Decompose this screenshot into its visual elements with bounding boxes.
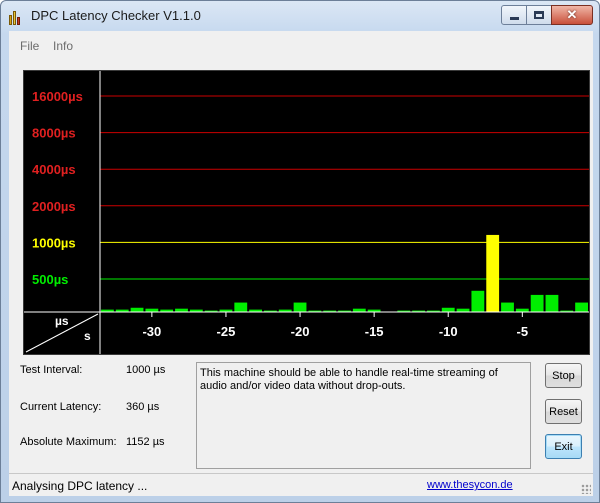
- test-interval-label: Test Interval:: [20, 364, 83, 376]
- reset-button[interactable]: Reset: [545, 399, 582, 424]
- x-tick-label: -30: [142, 324, 161, 339]
- absolute-maximum-value: 1152 µs: [126, 436, 165, 448]
- latency-bar: [471, 290, 485, 312]
- latency-bar: [530, 294, 544, 312]
- close-icon: ✕: [566, 7, 578, 22]
- corner-unit-s: s: [84, 329, 91, 343]
- maximize-icon: [534, 11, 544, 19]
- y-tick-label: 8000µs: [32, 126, 76, 141]
- app-window: DPC Latency Checker V1.1.0 ✕ File Info 1…: [0, 0, 600, 503]
- current-latency-label: Current Latency:: [20, 401, 102, 413]
- y-tick-label: 16000µs: [32, 89, 83, 104]
- latency-chart-svg: 16000µs 8000µs 4000µs 2000µs 1000µs 500µs µs s -…: [24, 71, 589, 354]
- window-title: DPC Latency Checker V1.1.0: [31, 8, 201, 23]
- latency-bar: [575, 302, 588, 312]
- menu-bar: File Info: [9, 31, 593, 53]
- exit-button[interactable]: Exit: [545, 434, 582, 459]
- x-tick-label: -5: [517, 324, 529, 339]
- minimize-button[interactable]: [501, 5, 527, 25]
- resize-grip[interactable]: [581, 484, 591, 494]
- corner-unit-us: µs: [55, 314, 69, 328]
- latency-chart: 16000µs 8000µs 4000µs 2000µs 1000µs 500µs µs s -…: [23, 70, 590, 355]
- status-message-box: This machine should be able to handle re…: [196, 362, 531, 469]
- latency-bar: [293, 302, 307, 312]
- latency-bar: [545, 294, 559, 312]
- menu-info[interactable]: Info: [53, 39, 73, 53]
- latency-bar: [234, 302, 248, 312]
- latency-bar: [441, 307, 455, 312]
- x-tick-label: -20: [291, 324, 310, 339]
- x-tick-label: -15: [365, 324, 384, 339]
- client-area: File Info 16000µs 8000µs 4000µs 2000µs 1000µ…: [9, 31, 593, 496]
- x-tick-label: -25: [217, 324, 236, 339]
- close-button[interactable]: ✕: [551, 5, 593, 25]
- x-tick-label: -10: [439, 324, 458, 339]
- title-bar[interactable]: DPC Latency Checker V1.1.0 ✕: [1, 1, 599, 31]
- latency-bar: [486, 234, 500, 312]
- minimize-icon: [509, 16, 519, 20]
- y-tick-label: 1000µs: [32, 235, 76, 250]
- y-tick-label: 500µs: [32, 272, 68, 287]
- latency-bar: [130, 307, 144, 312]
- stop-button[interactable]: Stop: [545, 363, 582, 388]
- status-text: Analysing DPC latency ...: [12, 479, 148, 493]
- test-interval-value: 1000 µs: [126, 364, 166, 376]
- absolute-maximum-label: Absolute Maximum:: [20, 436, 117, 448]
- current-latency-value: 360 µs: [126, 401, 160, 413]
- bar-chart-app-icon: [9, 9, 25, 25]
- website-link[interactable]: www.thesycon.de: [427, 479, 513, 491]
- maximize-button[interactable]: [526, 5, 552, 25]
- menu-file[interactable]: File: [20, 39, 39, 53]
- status-bar: Analysing DPC latency ... www.thesycon.d…: [9, 473, 593, 496]
- y-tick-label: 4000µs: [32, 162, 76, 177]
- latency-bar: [501, 302, 514, 312]
- y-tick-label: 2000µs: [32, 199, 76, 214]
